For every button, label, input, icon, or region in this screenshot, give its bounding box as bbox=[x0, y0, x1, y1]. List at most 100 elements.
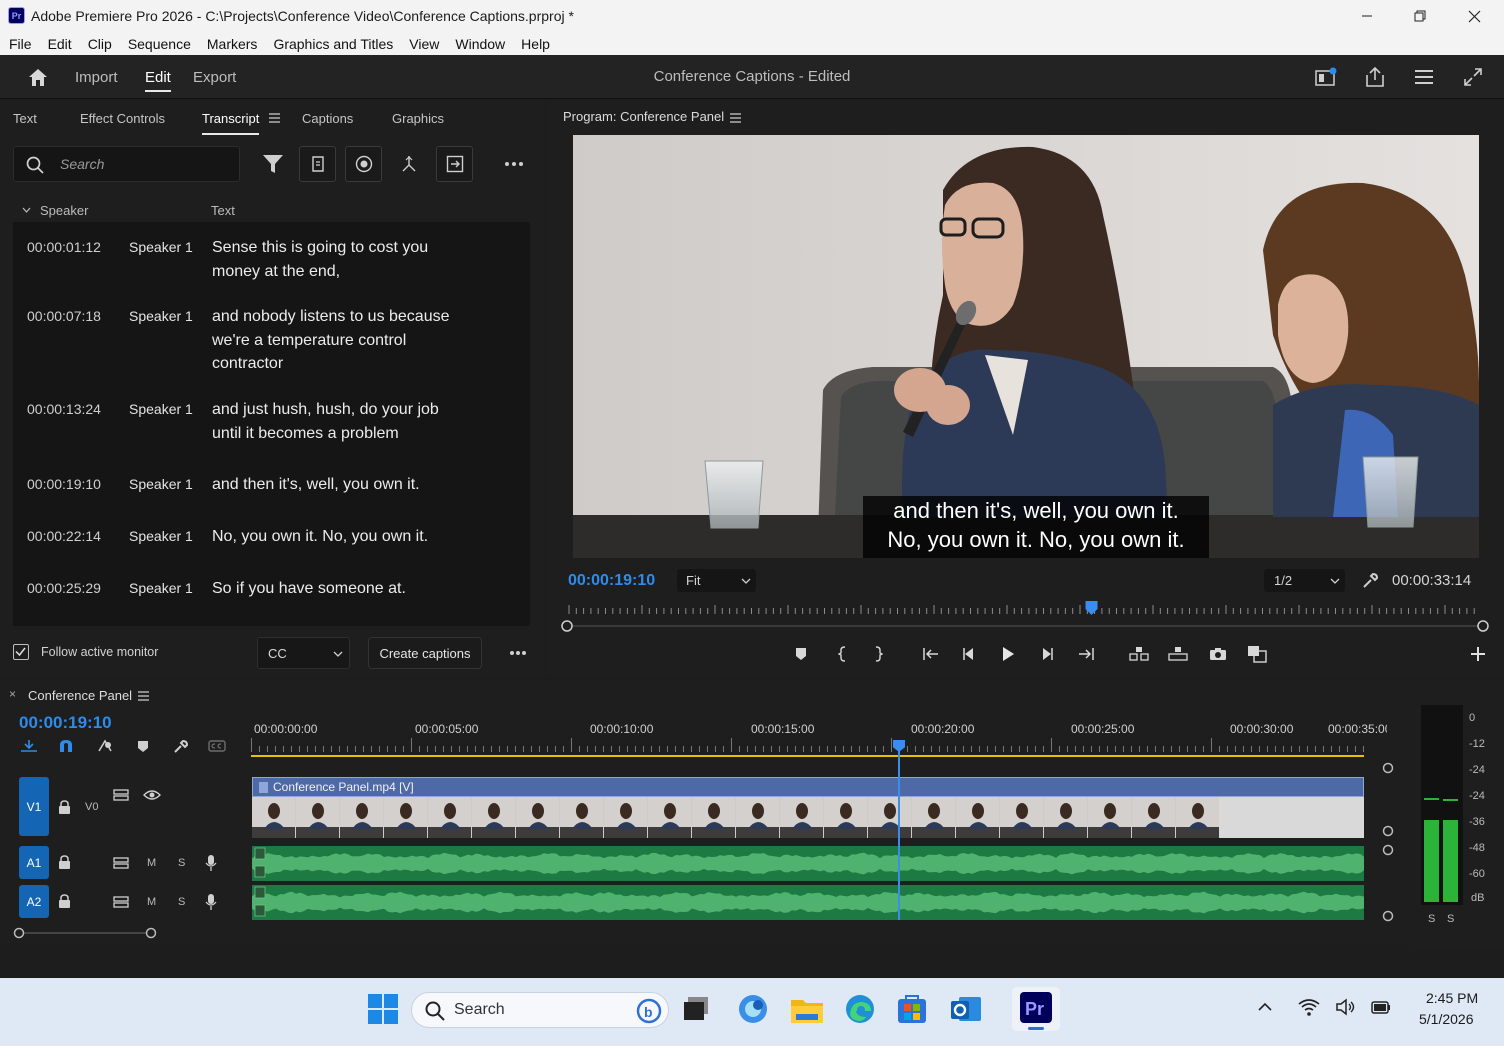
copilot-icon[interactable] bbox=[737, 993, 769, 1025]
comparison-view-button[interactable] bbox=[1245, 643, 1269, 665]
button-editor-button[interactable] bbox=[1466, 643, 1490, 665]
lock-icon[interactable] bbox=[58, 855, 71, 870]
menu-clip[interactable]: Clip bbox=[88, 36, 112, 52]
row-text[interactable]: and nobody listens to us because we're a… bbox=[212, 305, 462, 376]
go-to-out-button[interactable] bbox=[1074, 643, 1098, 665]
sequence-tab-title[interactable]: Conference Panel bbox=[28, 688, 132, 703]
step-back-button[interactable] bbox=[957, 643, 981, 665]
track-a2-target[interactable]: A2 bbox=[19, 885, 49, 918]
transcript-search-input[interactable]: Search bbox=[13, 146, 240, 182]
menu-help[interactable]: Help bbox=[521, 36, 550, 52]
row-speaker[interactable]: Speaker 1 bbox=[129, 580, 193, 596]
close-sequence-tab[interactable]: × bbox=[9, 687, 16, 701]
tab-text[interactable]: Text bbox=[13, 111, 37, 126]
source-track-label[interactable]: V0 bbox=[85, 801, 98, 813]
row-text[interactable]: and then it's, well, you own it. bbox=[212, 473, 462, 497]
sequence-panel-menu[interactable] bbox=[138, 691, 149, 701]
zoom-level-select[interactable]: Fit bbox=[677, 569, 756, 592]
captions-more-button[interactable] bbox=[509, 650, 527, 656]
tab-import[interactable]: Import bbox=[75, 69, 118, 86]
row-timecode[interactable]: 00:00:22:14 bbox=[27, 528, 101, 544]
lock-icon[interactable] bbox=[58, 800, 71, 815]
timeline-vertical-scrollbar[interactable] bbox=[1380, 762, 1396, 928]
menu-window[interactable]: Window bbox=[455, 36, 505, 52]
program-timecode[interactable]: 00:00:19:10 bbox=[568, 572, 655, 590]
minimize-button[interactable] bbox=[1340, 0, 1394, 32]
add-marker-icon[interactable] bbox=[137, 740, 149, 753]
clock-date[interactable]: 5/1/2026 bbox=[1419, 1011, 1474, 1027]
row-speaker[interactable]: Speaker 1 bbox=[129, 239, 193, 255]
row-speaker[interactable]: Speaker 1 bbox=[129, 528, 193, 544]
sync-lock-icon[interactable] bbox=[113, 895, 131, 909]
track-a1-target[interactable]: A1 bbox=[19, 846, 49, 879]
linked-selection-icon[interactable] bbox=[96, 739, 114, 753]
nest-sequence-icon[interactable] bbox=[20, 739, 38, 753]
play-button[interactable] bbox=[996, 643, 1020, 665]
mark-out-button[interactable] bbox=[866, 643, 890, 665]
meter-solo-left[interactable]: S bbox=[1428, 913, 1435, 925]
column-header-text[interactable]: Text bbox=[211, 203, 235, 218]
outlook-icon[interactable] bbox=[949, 993, 983, 1025]
work-area-bar[interactable] bbox=[251, 755, 1364, 757]
sync-lock-icon[interactable] bbox=[113, 856, 131, 870]
close-window-button[interactable] bbox=[1447, 0, 1501, 32]
chevron-down-icon[interactable] bbox=[22, 207, 31, 213]
share-button[interactable] bbox=[1364, 66, 1386, 88]
lock-icon[interactable] bbox=[58, 894, 71, 909]
snap-magnet-icon[interactable] bbox=[58, 739, 74, 753]
row-speaker[interactable]: Speaker 1 bbox=[129, 476, 193, 492]
create-captions-button[interactable]: Create captions bbox=[368, 637, 482, 669]
row-text[interactable]: Sense this is going to cost you money at… bbox=[212, 236, 462, 283]
row-text[interactable]: and just hush, hush, do your job until i… bbox=[212, 398, 462, 445]
transcript-options-button[interactable] bbox=[299, 146, 336, 182]
menu-sequence[interactable]: Sequence bbox=[128, 36, 191, 52]
solo-button[interactable]: S bbox=[178, 857, 185, 869]
settings-button[interactable] bbox=[1362, 572, 1379, 589]
eye-icon[interactable] bbox=[143, 789, 161, 801]
sync-lock-icon[interactable] bbox=[113, 788, 131, 802]
tab-transcript[interactable]: Transcript bbox=[202, 111, 259, 126]
video-frame[interactable]: and then it's, well, you own it. No, you… bbox=[573, 135, 1479, 558]
tab-edit[interactable]: Edit bbox=[145, 69, 171, 86]
video-clip[interactable]: Conference Panel.mp4 [V] bbox=[252, 777, 1364, 797]
task-view-icon[interactable] bbox=[683, 996, 711, 1022]
column-header-speaker[interactable]: Speaker bbox=[40, 203, 88, 218]
follow-active-monitor-checkbox[interactable] bbox=[13, 644, 29, 660]
edge-browser-icon[interactable] bbox=[844, 993, 876, 1025]
menu-edit[interactable]: Edit bbox=[48, 36, 72, 52]
mute-button[interactable]: M bbox=[147, 857, 156, 869]
row-timecode[interactable]: 00:00:25:29 bbox=[27, 580, 101, 596]
program-monitor-menu[interactable] bbox=[730, 113, 741, 123]
audio-clip-a2[interactable] bbox=[252, 885, 1364, 920]
meter-solo-right[interactable]: S bbox=[1447, 913, 1454, 925]
tab-captions[interactable]: Captions bbox=[302, 111, 353, 126]
tab-export[interactable]: Export bbox=[193, 69, 236, 86]
home-button[interactable] bbox=[27, 67, 49, 87]
microphone-icon[interactable] bbox=[205, 854, 217, 872]
battery-icon[interactable] bbox=[1370, 998, 1392, 1016]
target-button[interactable] bbox=[345, 146, 382, 182]
split-segment-button[interactable] bbox=[400, 155, 418, 173]
step-forward-button[interactable] bbox=[1035, 643, 1059, 665]
overwrite-button[interactable] bbox=[1166, 643, 1190, 665]
restore-button[interactable] bbox=[1393, 0, 1447, 32]
row-timecode[interactable]: 00:00:19:10 bbox=[27, 476, 101, 492]
wifi-icon[interactable] bbox=[1298, 998, 1320, 1016]
program-scrub-bar[interactable] bbox=[561, 600, 1491, 634]
more-options-button[interactable] bbox=[504, 161, 524, 167]
insert-button[interactable] bbox=[1127, 643, 1151, 665]
menu-view[interactable]: View bbox=[409, 36, 439, 52]
filter-button[interactable] bbox=[262, 154, 284, 174]
menu-graphics-and-titles[interactable]: Graphics and Titles bbox=[273, 36, 393, 52]
timeline-ruler[interactable] bbox=[251, 738, 1364, 752]
premiere-taskbar-icon[interactable]: Pr bbox=[1012, 987, 1060, 1031]
row-timecode[interactable]: 00:00:07:18 bbox=[27, 308, 101, 324]
menu-markers[interactable]: Markers bbox=[207, 36, 258, 52]
video-clip-thumbnails[interactable] bbox=[252, 797, 1364, 838]
windows-start-icon[interactable] bbox=[367, 993, 399, 1025]
tab-graphics[interactable]: Graphics bbox=[392, 111, 444, 126]
row-timecode[interactable]: 00:00:13:24 bbox=[27, 401, 101, 417]
mark-in-button[interactable] bbox=[831, 643, 855, 665]
caption-overlay[interactable]: and then it's, well, you own it. No, you… bbox=[863, 496, 1209, 558]
add-marker-button[interactable] bbox=[789, 643, 813, 665]
